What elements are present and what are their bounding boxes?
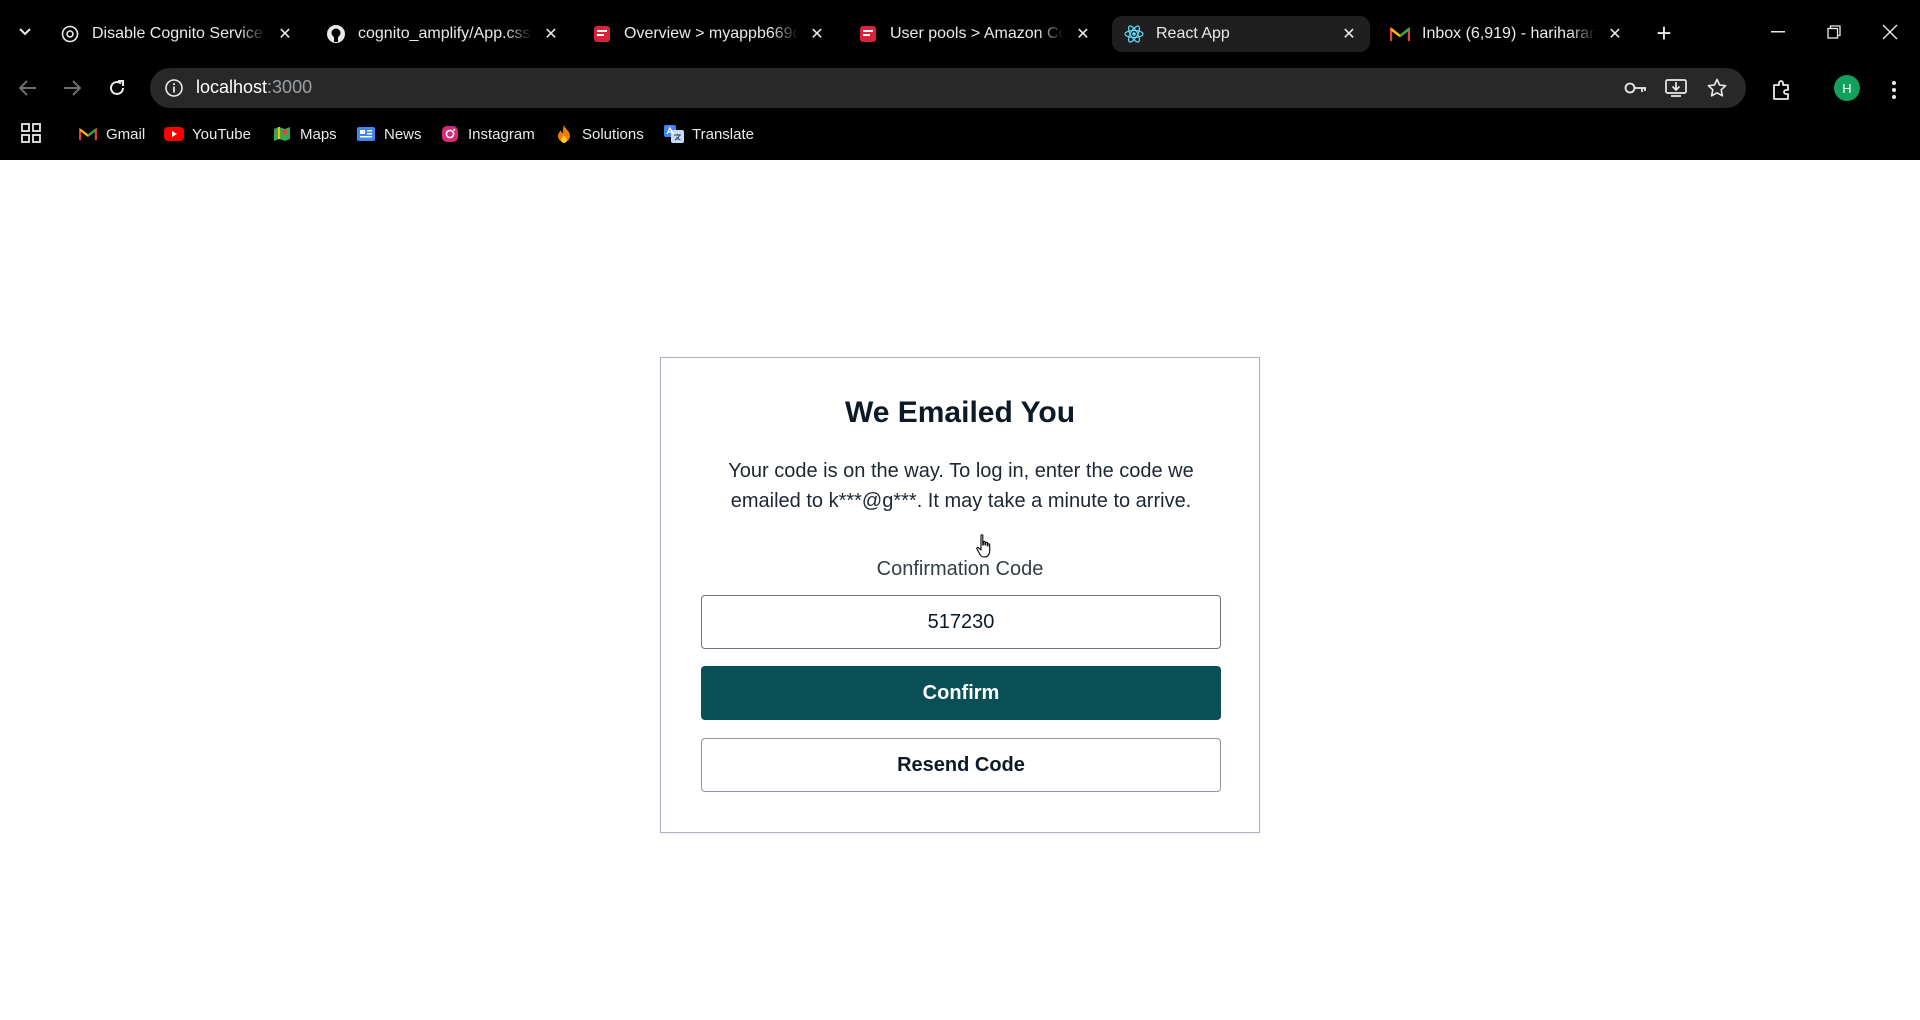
close-icon[interactable]: ✕ (274, 23, 296, 45)
confirm-button[interactable]: Confirm (701, 666, 1221, 720)
bookmark-label: News (384, 125, 422, 143)
gmail-icon (1390, 24, 1410, 44)
resend-code-button[interactable]: Resend Code (701, 738, 1221, 792)
address-bar[interactable]: localhost:3000 (150, 68, 1746, 108)
maps-icon (272, 124, 292, 144)
tab-title: Disable Cognito Service (92, 25, 263, 42)
browser-toolbar: localhost:3000 (0, 68, 1920, 108)
apps-grid-icon[interactable] (20, 122, 44, 146)
more-menu-icon[interactable] (1880, 76, 1908, 104)
bookmark-solutions[interactable]: Solutions (554, 122, 644, 146)
tab-title: Inbox (6,919) - hariharan8 (1422, 25, 1596, 42)
tab-amplify-overview[interactable]: Overview > myappb669d0 ✕ (580, 16, 838, 52)
tab-disable-cognito[interactable]: Disable Cognito Service ✕ (48, 16, 306, 52)
confirm-signup-card: We Emailed You Your code is on the way. … (660, 357, 1260, 833)
bookmark-label: Instagram (468, 125, 535, 143)
news-icon (356, 124, 376, 144)
bookmark-translate[interactable]: Translate (664, 122, 754, 146)
close-icon[interactable]: ✕ (806, 23, 828, 45)
forward-arrow-icon[interactable] (54, 68, 90, 108)
tab-title: User pools > Amazon Cog (890, 25, 1064, 42)
new-tab-plus-icon[interactable]: + (1650, 20, 1678, 48)
window-close-icon[interactable] (1870, 12, 1910, 52)
github-icon (326, 24, 346, 44)
page-content: We Emailed You Your code is on the way. … (0, 160, 1920, 1020)
bookmark-youtube[interactable]: YouTube (164, 122, 251, 146)
tab-cognito-user-pools[interactable]: User pools > Amazon Cog ✕ (846, 16, 1104, 52)
instagram-icon (440, 124, 460, 144)
gmail-icon (78, 124, 98, 144)
tab-search-chevron-icon[interactable] (10, 17, 40, 47)
site-info-icon[interactable] (162, 76, 186, 100)
bookmark-star-icon[interactable] (1705, 76, 1729, 100)
tab-title: cognito_amplify/App.css at (358, 25, 532, 42)
close-icon[interactable]: ✕ (1338, 23, 1360, 45)
react-icon (1124, 24, 1144, 44)
minimize-icon[interactable] (1758, 12, 1798, 52)
confirmation-code-label: Confirmation Code (876, 558, 1044, 580)
tab-gmail-inbox[interactable]: Inbox (6,919) - hariharan8 ✕ (1378, 16, 1636, 52)
restore-icon[interactable] (1814, 12, 1854, 52)
bookmark-label: Gmail (106, 125, 146, 143)
bookmark-gmail[interactable]: Gmail (78, 122, 145, 146)
back-arrow-icon[interactable] (10, 68, 46, 108)
install-app-icon[interactable] (1664, 76, 1688, 100)
bookmark-label: YouTube (192, 125, 251, 143)
url-host: localhost (196, 77, 268, 97)
bookmark-maps[interactable]: Maps (272, 122, 337, 146)
tab-title: React App (1156, 25, 1230, 42)
code-sent-message: Your code is on the way. To log in, ente… (728, 460, 1194, 512)
extensions-puzzle-icon[interactable] (1768, 76, 1796, 104)
translate-icon (664, 124, 684, 144)
confirmation-code-input[interactable] (701, 595, 1221, 649)
youtube-icon (164, 124, 184, 144)
tab-react-app[interactable]: React App ✕ (1112, 16, 1370, 52)
bookmark-label: Maps (300, 125, 337, 143)
close-icon[interactable]: ✕ (1604, 23, 1626, 45)
aws-cognito-icon (858, 24, 878, 44)
bookmark-news[interactable]: News (356, 122, 422, 146)
tab-title: Overview > myappb669d0 (624, 25, 798, 42)
reload-icon[interactable] (99, 68, 135, 108)
bookmark-label: Solutions (582, 125, 644, 143)
tab-strip: Disable Cognito Service ✕ cognito_amplif… (0, 0, 1920, 68)
tab-github-app-css[interactable]: cognito_amplify/App.css at ✕ (314, 16, 572, 52)
bookmark-label: Translate (692, 125, 754, 143)
close-icon[interactable]: ✕ (1072, 23, 1094, 45)
aws-amplify-icon (592, 24, 612, 44)
url-port: :3000 (267, 77, 313, 97)
card-title: We Emailed You (844, 396, 1076, 429)
chatgpt-icon (60, 24, 80, 44)
browser-chrome: Disable Cognito Service ✕ cognito_amplif… (0, 0, 1920, 160)
solutions-icon (554, 124, 574, 144)
bookmark-instagram[interactable]: Instagram (440, 122, 535, 146)
hand-pointer-cursor-icon (975, 533, 993, 559)
bookmarks-bar: Gmail YouTube Maps News Instagram Soluti… (0, 114, 1920, 154)
password-key-icon[interactable] (1624, 76, 1648, 100)
url-text: localhost:3000 (196, 77, 312, 98)
profile-avatar[interactable]: H (1834, 75, 1860, 101)
close-icon[interactable]: ✕ (540, 23, 562, 45)
